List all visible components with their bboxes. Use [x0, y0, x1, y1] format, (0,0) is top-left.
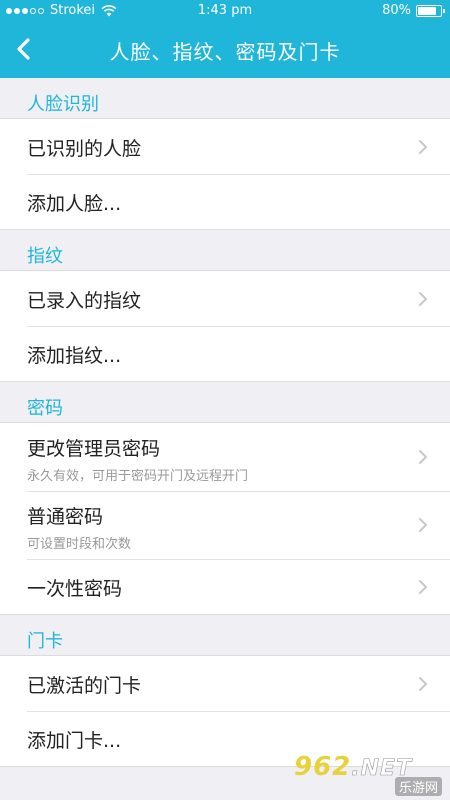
- row-add-fingerprint[interactable]: 添加指纹...: [0, 326, 450, 381]
- group-fingerprint: 已录入的指纹 添加指纹...: [0, 270, 450, 382]
- battery-percentage: 80%: [382, 3, 411, 18]
- row-label: 添加指纹...: [27, 345, 122, 367]
- watermark-logo: 962.NET: [294, 752, 412, 782]
- row-recognized-faces[interactable]: 已识别的人脸: [0, 119, 450, 174]
- row-subtitle: 可设置时段和次数: [27, 537, 132, 552]
- page-title: 人脸、指纹、密码及门卡: [109, 40, 341, 64]
- row-label: 普通密码: [27, 506, 104, 528]
- row-label: 一次性密码: [27, 578, 123, 600]
- row-normal-password[interactable]: 普通密码 可设置时段和次数: [0, 491, 450, 559]
- settings-list: 人脸识别 已识别的人脸 添加人脸... 指纹 已录入的指纹 添加指纹... 密码…: [0, 78, 450, 767]
- chevron-right-icon: [418, 676, 428, 692]
- group-card: 已激活的门卡 添加门卡...: [0, 655, 450, 767]
- row-enrolled-fingerprints[interactable]: 已录入的指纹: [0, 271, 450, 326]
- group-password: 更改管理员密码 永久有效，可用于密码开门及远程开门 普通密码 可设置时段和次数 …: [0, 422, 450, 615]
- chevron-right-icon: [418, 291, 428, 307]
- row-label: 更改管理员密码: [27, 438, 161, 460]
- status-bar: Strokei 1:43 pm 80%: [0, 0, 450, 24]
- watermark-number: 962: [294, 752, 352, 782]
- row-label: 已识别的人脸: [27, 138, 142, 160]
- section-header-card: 门卡: [27, 631, 63, 652]
- chevron-right-icon: [418, 517, 428, 533]
- chevron-right-icon: [418, 579, 428, 595]
- header: Strokei 1:43 pm 80% 人脸、指纹、密码及门卡: [0, 0, 450, 78]
- row-label: 已录入的指纹: [27, 290, 142, 312]
- row-label: 添加门卡...: [27, 730, 122, 752]
- row-one-time-password[interactable]: 一次性密码: [0, 559, 450, 614]
- row-label: 已激活的门卡: [27, 675, 142, 697]
- row-subtitle: 永久有效，可用于密码开门及远程开门: [27, 469, 249, 484]
- watermark-site-name: 乐游网: [394, 777, 442, 796]
- section-header-password: 密码: [27, 398, 63, 419]
- battery-fill: [418, 6, 436, 15]
- chevron-right-icon: [418, 449, 428, 465]
- nav-bar: 人脸、指纹、密码及门卡: [0, 24, 450, 74]
- section-header-fingerprint: 指纹: [27, 246, 63, 267]
- row-change-admin-password[interactable]: 更改管理员密码 永久有效，可用于密码开门及远程开门: [0, 423, 450, 491]
- row-activated-cards[interactable]: 已激活的门卡: [0, 656, 450, 711]
- group-face: 已识别的人脸 添加人脸...: [0, 118, 450, 230]
- section-header-face: 人脸识别: [27, 94, 99, 115]
- site-watermark: 962.NET 乐游网: [294, 752, 444, 796]
- battery-icon: [416, 4, 445, 17]
- row-add-face[interactable]: 添加人脸...: [0, 174, 450, 229]
- chevron-right-icon: [418, 139, 428, 155]
- row-label: 添加人脸...: [27, 193, 122, 215]
- status-right: 80%: [382, 3, 445, 18]
